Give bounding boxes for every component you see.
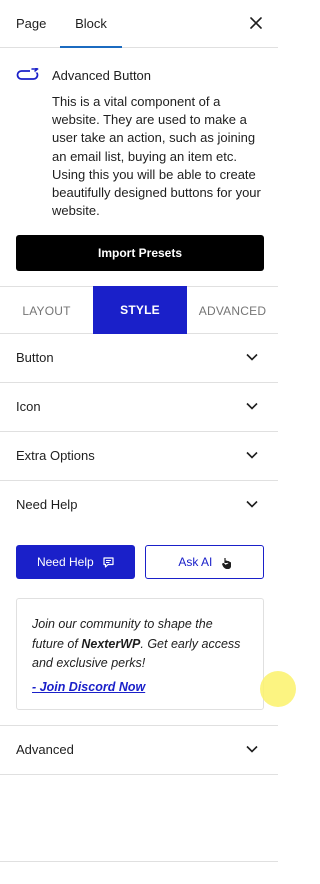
section-need-help[interactable]: Need Help	[0, 481, 278, 530]
section-icon-label: Icon	[16, 399, 41, 414]
section-need-help-label: Need Help	[16, 497, 78, 512]
button-link-icon	[16, 68, 39, 80]
cursor-highlight	[260, 671, 296, 707]
pointer-hand-icon	[221, 557, 231, 569]
section-button-label: Button	[16, 350, 54, 365]
section-extra-options[interactable]: Extra Options	[0, 432, 278, 481]
section-advanced-label: Advanced	[16, 742, 74, 757]
chevron-down-icon	[246, 745, 258, 753]
divider	[0, 861, 278, 862]
ask-ai-button-label: Ask AI	[178, 555, 213, 569]
need-help-button[interactable]: Need Help	[16, 545, 135, 579]
ask-ai-button[interactable]: Ask AI	[145, 545, 264, 579]
tab-page[interactable]: Page	[16, 0, 46, 47]
panel-tabs: LAYOUT STYLE ADVANCED	[0, 286, 278, 334]
chevron-down-icon	[246, 500, 258, 508]
need-help-button-label: Need Help	[36, 555, 94, 569]
section-icon[interactable]: Icon	[0, 383, 278, 432]
section-extra-options-label: Extra Options	[16, 448, 95, 463]
chat-bubble-icon	[103, 557, 114, 568]
tab-advanced[interactable]: ADVANCED	[187, 287, 278, 334]
join-discord-link[interactable]: - Join Discord Now	[32, 680, 248, 694]
tab-style[interactable]: STYLE	[93, 286, 187, 334]
sidebar-header-tabs: Page Block	[0, 0, 278, 48]
tab-block[interactable]: Block	[60, 0, 122, 48]
community-card: Join our community to shape the future o…	[16, 598, 264, 710]
chevron-down-icon	[246, 451, 258, 459]
chevron-down-icon	[246, 353, 258, 361]
import-presets-button[interactable]: Import Presets	[16, 235, 264, 271]
community-brand: NexterWP	[81, 636, 141, 651]
community-text: Join our community to shape the future o…	[32, 615, 248, 674]
section-advanced[interactable]: Advanced	[0, 726, 278, 775]
block-description: This is a vital component of a website. …	[52, 94, 261, 219]
tab-layout[interactable]: LAYOUT	[0, 287, 93, 334]
close-icon[interactable]	[248, 15, 264, 31]
chevron-down-icon	[246, 402, 258, 410]
block-title: Advanced Button	[52, 68, 152, 83]
section-button[interactable]: Button	[0, 334, 278, 383]
